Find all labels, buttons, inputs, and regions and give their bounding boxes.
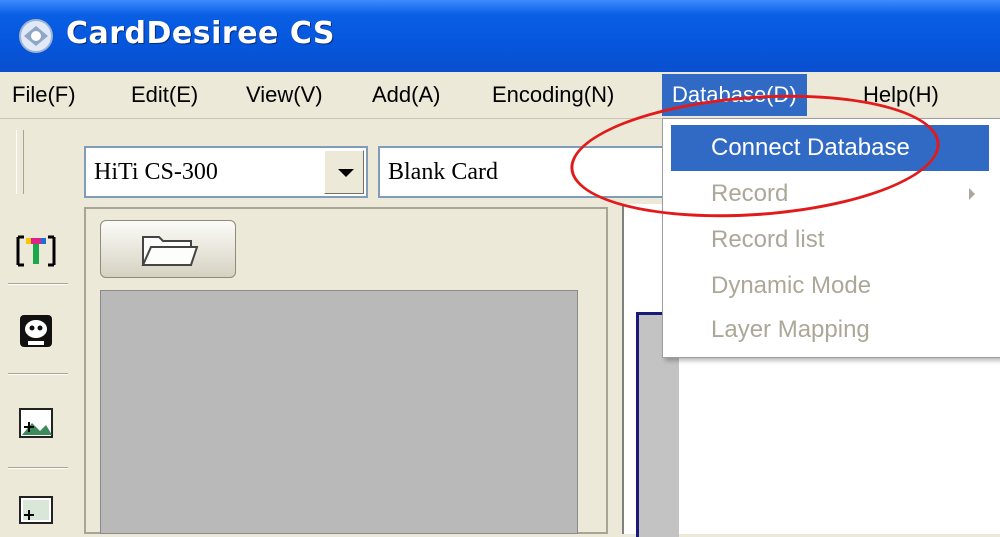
text-tool-icon[interactable]: [14, 229, 58, 273]
menu-dynamic-mode[interactable]: Dynamic Mode: [671, 263, 989, 309]
image-tool-icon[interactable]: [14, 401, 58, 445]
preview-area: [100, 290, 578, 534]
printer-dropdown-arrow-icon[interactable]: [324, 150, 364, 194]
menu-edit[interactable]: Edit(E): [121, 80, 208, 110]
menu-record-list[interactable]: Record list: [671, 217, 989, 263]
tool-separator: [8, 373, 68, 375]
frame-tool-icon[interactable]: [14, 489, 58, 533]
window-title: CardDesiree CS: [66, 16, 336, 51]
toolbar-grip[interactable]: [16, 130, 24, 194]
title-bar: CardDesiree CS: [0, 0, 1000, 72]
printer-select-value: HiTi CS-300: [94, 159, 218, 185]
tool-separator: [8, 283, 68, 285]
app-icon: [19, 19, 53, 53]
submenu-arrow-icon: [969, 188, 975, 200]
menu-encoding[interactable]: Encoding(N): [482, 80, 624, 110]
folder-icon: [141, 236, 199, 266]
menu-layer-mapping[interactable]: Layer Mapping: [671, 307, 989, 353]
tool-separator: [8, 467, 68, 469]
menu-add[interactable]: Add(A): [362, 80, 450, 110]
left-toolbar: [0, 205, 72, 534]
menu-view[interactable]: View(V): [236, 80, 333, 110]
card-select-value: Blank Card: [388, 159, 498, 185]
printer-select[interactable]: HiTi CS-300: [84, 146, 368, 198]
menu-file[interactable]: File(F): [2, 80, 86, 110]
face-tool-icon[interactable]: [14, 309, 58, 353]
open-folder-button[interactable]: [100, 220, 236, 278]
